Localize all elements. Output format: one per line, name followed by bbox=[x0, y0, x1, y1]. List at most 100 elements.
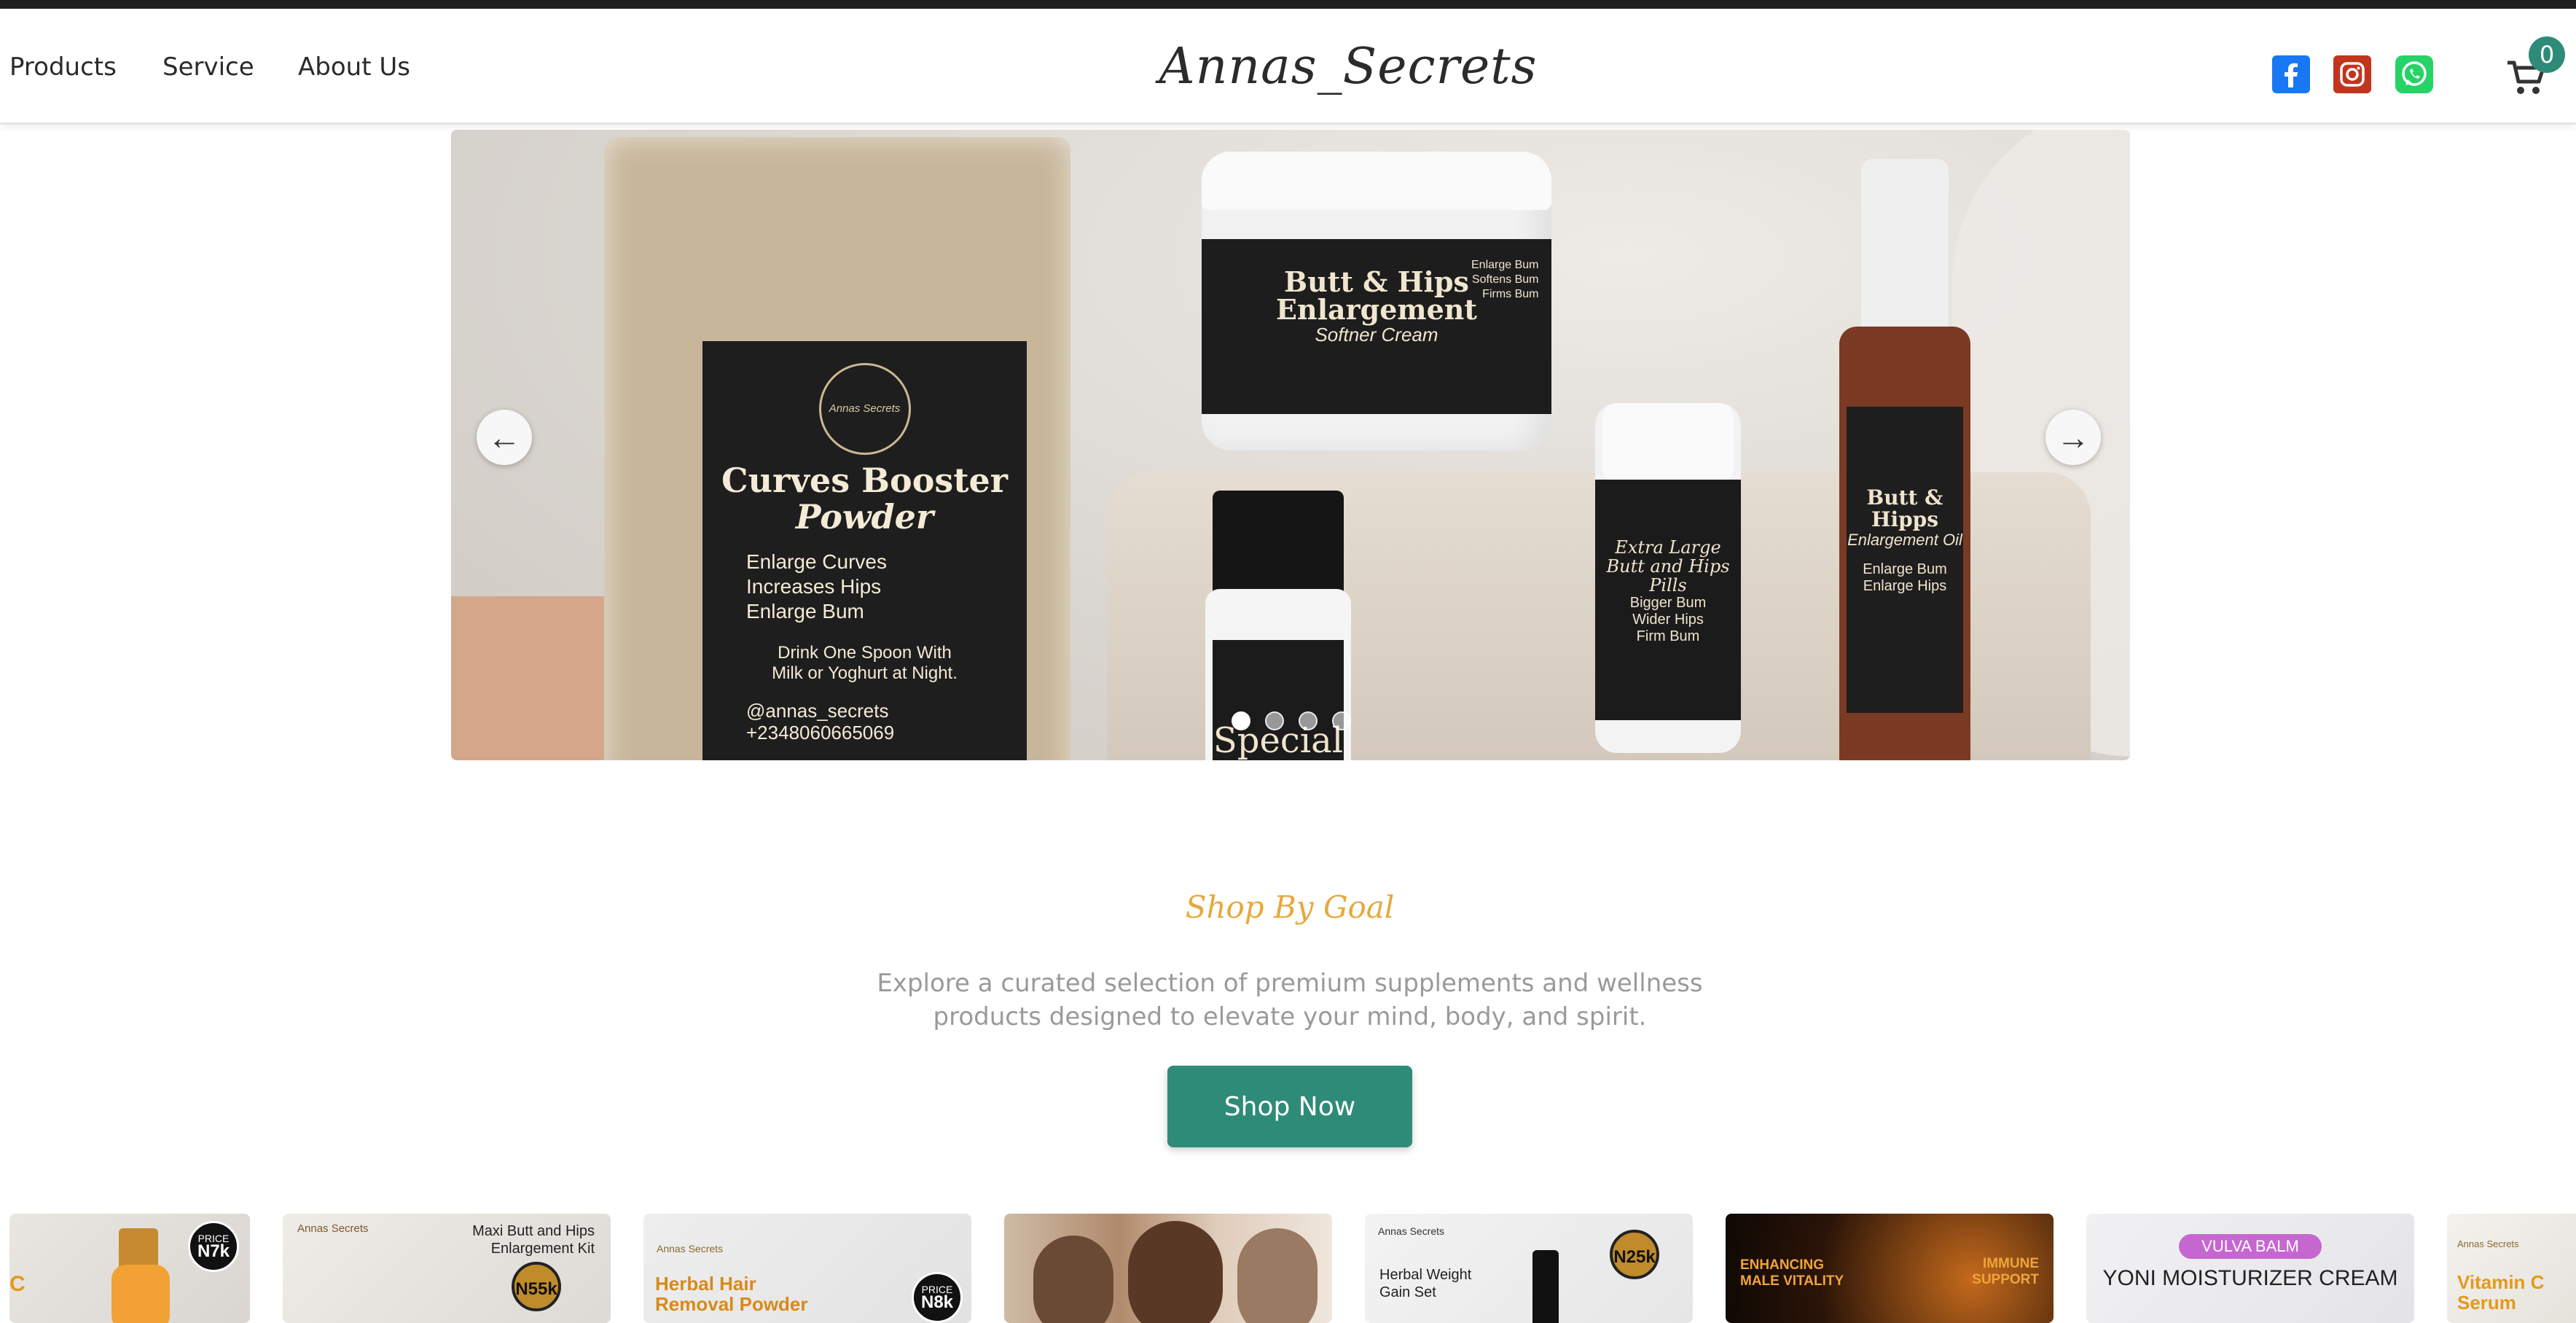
pills-line: Bigger Bum bbox=[1629, 595, 1707, 611]
product-card[interactable]: ENHANCING MALE VITALITY IMMUNE SUPPORT bbox=[1726, 1214, 2054, 1323]
brand-mark: Annas Secrets bbox=[1378, 1225, 1445, 1237]
carousel-dot[interactable] bbox=[1332, 711, 1351, 730]
hero-carousel: Annas Secrets Curves Booster Powder Enla… bbox=[451, 130, 2130, 760]
packet-benefit: Enlarge Bum bbox=[746, 600, 864, 623]
carousel-dot[interactable] bbox=[1265, 711, 1284, 730]
title-line: Enlargement Kit bbox=[490, 1241, 595, 1257]
title-line: Herbal Hair bbox=[655, 1273, 756, 1295]
spray-line: Enlarge Hips bbox=[1863, 578, 1947, 594]
packet-title-2: Powder bbox=[795, 497, 934, 536]
pills-title: Extra Large Butt and Hips Pills bbox=[1606, 537, 1730, 596]
title-line: SUPPORT bbox=[1972, 1272, 2039, 1287]
product-card[interactable]: Annas Secrets Maxi Butt and Hips Enlarge… bbox=[283, 1214, 611, 1323]
product-card-subtitle: IMMUNE SUPPORT bbox=[1966, 1256, 2039, 1288]
spray-bottle-nozzle bbox=[1861, 159, 1949, 334]
site-logo[interactable]: Annas_Secrets bbox=[1093, 38, 1603, 95]
top-strip bbox=[0, 0, 2576, 9]
whatsapp-icon[interactable] bbox=[2395, 55, 2433, 93]
product-card-title: Herbal Hair Removal Powder bbox=[655, 1273, 808, 1314]
product-card-title: YONI MOISTURIZER CREAM bbox=[2102, 1266, 2398, 1290]
title-line: Maxi Butt and Hips bbox=[472, 1223, 595, 1239]
packet-handle: @annas_secrets bbox=[746, 700, 889, 722]
packet-usage: Drink One Spoon With Milk or Yoghurt at … bbox=[702, 643, 1027, 684]
packet-benefit: Enlarge Curves bbox=[746, 550, 887, 573]
brand-mark: Annas Secrets bbox=[297, 1222, 369, 1235]
price-badge-value: N7k bbox=[197, 1241, 230, 1261]
pills-bottle-label: Extra Large Butt and Hips Pills Bigger B… bbox=[1595, 480, 1741, 720]
cream-jar-label: Enlarge Bum Softens Bum Firms Bum Butt &… bbox=[1202, 239, 1551, 414]
model-face-image bbox=[1033, 1236, 1113, 1323]
product-card-title: Vitamin C Serum bbox=[2457, 1272, 2544, 1313]
carousel-next-button[interactable]: → bbox=[2045, 410, 2101, 465]
instagram-icon[interactable] bbox=[2333, 55, 2371, 93]
carousel-dot[interactable] bbox=[1232, 711, 1250, 730]
nav-service[interactable]: Service bbox=[163, 52, 254, 82]
price-badge: PRICE N7k bbox=[188, 1221, 239, 1272]
nav-about-us[interactable]: About Us bbox=[298, 52, 410, 82]
carousel-indicators bbox=[1232, 711, 1366, 734]
jar-side-line: Firms Bum bbox=[1482, 288, 1539, 300]
brand-mark: Annas Secrets bbox=[2457, 1238, 2519, 1249]
packet-benefits: Enlarge Curves Increases Hips Enlarge Bu… bbox=[702, 550, 1027, 624]
spray-title-2: Enlargement Oil bbox=[1847, 531, 1962, 549]
title-line: Removal Powder bbox=[655, 1293, 808, 1315]
product-card-title: Herbal Weight Gain Set bbox=[1379, 1266, 1471, 1301]
pills-bottle-cap bbox=[1602, 403, 1734, 483]
title-line: IMMUNE bbox=[1982, 1256, 2039, 1271]
product-card[interactable]: Annas Secrets Herbal Hair Removal Powder… bbox=[643, 1214, 971, 1323]
pills-line: Firm Bum bbox=[1636, 628, 1700, 644]
product-card[interactable]: C PRICE N7k bbox=[9, 1214, 250, 1323]
price-badge-value: N8k bbox=[920, 1292, 954, 1312]
product-bottle-image bbox=[1532, 1250, 1559, 1323]
title-line: Gain Set bbox=[1379, 1284, 1436, 1300]
packet-title-1: Curves Booster bbox=[721, 461, 1009, 500]
product-card-title: C bbox=[9, 1272, 26, 1296]
description-line: products designed to elevate your mind, … bbox=[933, 1002, 1647, 1031]
product-card[interactable]: Annas Secrets Herbal Weight Gain Set N25… bbox=[1365, 1214, 1693, 1323]
title-line: Herbal Weight bbox=[1379, 1267, 1472, 1283]
price-badge: PRICE N8k bbox=[912, 1272, 963, 1323]
description-line: Explore a curated selection of premium s… bbox=[877, 969, 1703, 998]
packet-phone: +2348060665069 bbox=[746, 722, 895, 744]
price-badge: N55k bbox=[512, 1262, 561, 1311]
title-line: Serum bbox=[2457, 1292, 2516, 1314]
product-card[interactable]: VULVA BALM YONI MOISTURIZER CREAM bbox=[2086, 1214, 2414, 1323]
pills-line: Wider Hips bbox=[1632, 612, 1704, 628]
cart-count-badge: 0 bbox=[2529, 36, 2565, 73]
model-face-image bbox=[1237, 1228, 1318, 1323]
cream-jar-lid bbox=[1202, 152, 1551, 210]
powder-packet-label: Annas Secrets Curves Booster Powder Enla… bbox=[702, 341, 1027, 760]
site-header: Products Service About Us Annas_Secrets bbox=[0, 9, 2576, 125]
shop-by-goal-description: Explore a curated selection of premium s… bbox=[853, 967, 1727, 1034]
facebook-icon[interactable] bbox=[2272, 55, 2310, 93]
product-tag: VULVA BALM bbox=[2179, 1234, 2322, 1259]
shop-now-button[interactable]: Shop Now bbox=[1167, 1066, 1412, 1147]
spray-title-1: Butt & Hipps bbox=[1866, 485, 1943, 531]
carousel-dot[interactable] bbox=[1299, 711, 1318, 730]
carousel-prev-button[interactable]: ← bbox=[477, 410, 532, 465]
title-line: MALE VITALITY bbox=[1740, 1273, 1844, 1289]
jar-subtitle: Softner Cream bbox=[1315, 324, 1438, 346]
jar-side-line: Enlarge Bum bbox=[1471, 259, 1539, 271]
nav-products[interactable]: Products bbox=[9, 52, 117, 82]
packet-usage-line: Milk or Yoghurt at Night. bbox=[772, 663, 958, 683]
title-line: ENHANCING bbox=[1740, 1257, 1825, 1273]
jar-side-line: Softens Bum bbox=[1471, 273, 1539, 286]
brand-mark: Annas Secrets bbox=[657, 1243, 724, 1254]
product-card-title: Maxi Butt and Hips Enlargement Kit bbox=[428, 1222, 595, 1257]
product-card[interactable]: Annas Secrets Vitamin C Serum bbox=[2447, 1214, 2576, 1323]
spray-line: Enlarge Bum bbox=[1863, 561, 1947, 577]
packet-benefit: Increases Hips bbox=[746, 575, 882, 598]
packet-usage-line: Drink One Spoon With bbox=[778, 643, 952, 663]
product-card[interactable] bbox=[1004, 1214, 1332, 1323]
special-bottle-label: Special bbox=[1213, 640, 1344, 760]
title-line: Vitamin C bbox=[2457, 1271, 2545, 1293]
product-card-title: ENHANCING MALE VITALITY bbox=[1740, 1257, 1844, 1289]
spray-bottle-label: Butt & Hipps Enlargement Oil Enlarge Bum… bbox=[1847, 407, 1963, 713]
price-badge: N25k bbox=[1610, 1230, 1659, 1279]
brand-seal: Annas Secrets bbox=[818, 363, 911, 455]
packet-contact: @annas_secrets +2348060665069 bbox=[702, 700, 1027, 744]
serum-bottle-image bbox=[111, 1265, 170, 1323]
model-face-image bbox=[1128, 1221, 1223, 1323]
bottle-cap bbox=[1213, 491, 1344, 600]
